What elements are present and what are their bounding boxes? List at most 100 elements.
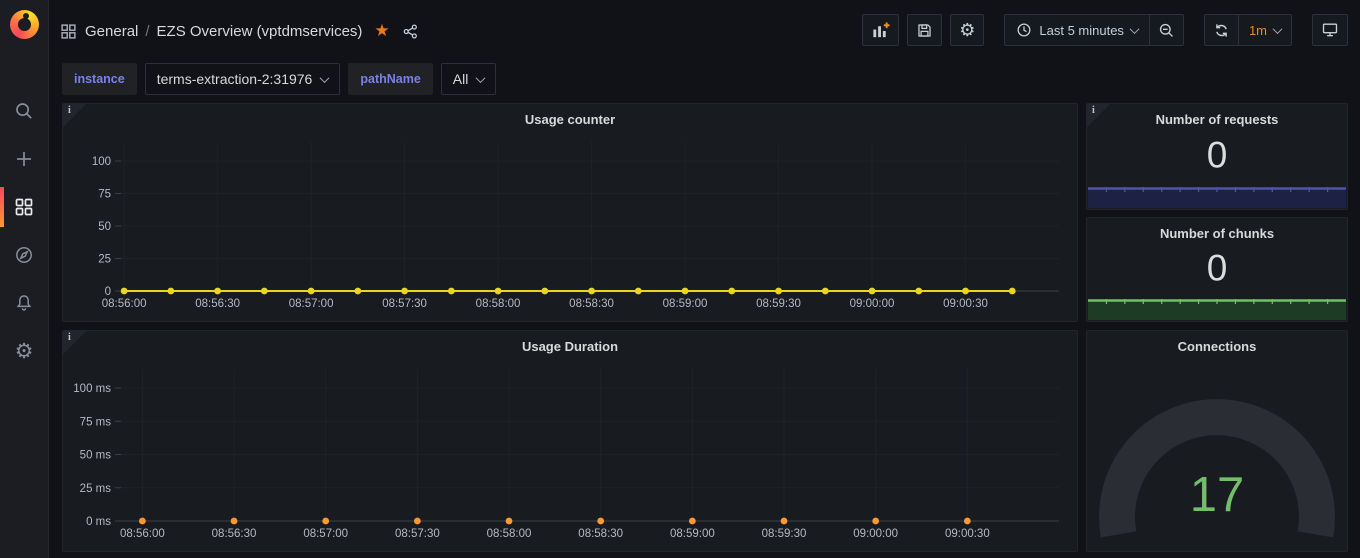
svg-text:75 ms: 75 ms [80, 416, 112, 428]
info-icon[interactable]: i [63, 104, 86, 127]
share-icon[interactable] [402, 23, 419, 40]
dashboard-settings-button[interactable]: ⚙ [950, 14, 984, 46]
sidebar-item-create[interactable] [0, 135, 48, 183]
svg-text:09:00:00: 09:00:00 [850, 298, 895, 310]
svg-text:0 ms: 0 ms [86, 516, 111, 528]
stat-value-requests: 0 [1087, 134, 1347, 176]
svg-text:08:59:30: 08:59:30 [756, 298, 801, 310]
breadcrumb-title[interactable]: EZS Overview (vptdmservices) [157, 23, 363, 40]
info-glyph: i [68, 105, 71, 116]
stat-value-chunks: 0 [1087, 247, 1347, 289]
info-icon[interactable]: i [1087, 104, 1110, 127]
refresh-group: 1m [1204, 14, 1292, 46]
svg-text:08:58:00: 08:58:00 [487, 528, 532, 540]
refresh-icon [1213, 22, 1230, 39]
svg-text:08:56:30: 08:56:30 [212, 528, 257, 540]
variable-label-pathname: pathName [348, 63, 432, 95]
usage-counter-chart[interactable]: 08:56:0008:56:3008:57:0008:57:3008:58:00… [67, 130, 1073, 317]
chevron-down-icon [320, 73, 330, 83]
svg-text:08:58:00: 08:58:00 [476, 298, 521, 310]
svg-text:09:00:00: 09:00:00 [853, 528, 898, 540]
svg-text:08:56:30: 08:56:30 [195, 298, 240, 310]
breadcrumb-separator: / [145, 23, 149, 40]
requests-sparkline [1088, 187, 1346, 208]
panel-title[interactable]: Number of chunks [1087, 218, 1347, 248]
svg-text:08:59:30: 08:59:30 [762, 528, 807, 540]
instance-select-value: terms-extraction-2:31976 [157, 71, 313, 87]
clock-icon [1016, 22, 1032, 38]
zoom-out-icon [1158, 22, 1175, 39]
svg-text:08:57:00: 08:57:00 [303, 528, 348, 540]
panel-title[interactable]: Number of requests [1087, 104, 1347, 134]
toolbar: ⚙ Last 5 minutes 1m [862, 14, 1348, 46]
svg-text:08:56:00: 08:56:00 [120, 528, 165, 540]
svg-text:08:58:30: 08:58:30 [578, 528, 623, 540]
add-panel-button[interactable] [862, 14, 899, 46]
pathname-select-value: All [453, 71, 469, 87]
svg-text:08:57:30: 08:57:30 [395, 528, 440, 540]
dashboards-grid-icon [14, 197, 34, 217]
time-range-picker[interactable]: Last 5 minutes [1004, 14, 1149, 46]
chevron-down-icon [476, 73, 486, 83]
panel-number-of-chunks: Number of chunks 0 [1086, 217, 1348, 322]
grafana-logo-icon [10, 10, 39, 39]
time-range-label: Last 5 minutes [1039, 23, 1124, 38]
sidebar-item-alerting[interactable] [0, 279, 48, 327]
sidebar-nav: ⚙ [0, 87, 48, 375]
filter-bar: instance terms-extraction-2:31976 pathNa… [62, 63, 496, 95]
refresh-interval-label: 1m [1249, 23, 1267, 38]
zoom-out-button[interactable] [1149, 14, 1184, 46]
dashboard-grid-icon [60, 23, 77, 40]
panel-number-of-requests: i Number of requests 0 [1086, 103, 1348, 210]
pathname-select[interactable]: All [441, 63, 497, 95]
instance-select[interactable]: terms-extraction-2:31976 [145, 63, 341, 95]
chevron-down-icon [1273, 24, 1283, 34]
svg-text:08:59:00: 08:59:00 [663, 298, 708, 310]
sidebar-item-explore[interactable] [0, 231, 48, 279]
favorite-star-icon[interactable]: ★ [374, 21, 389, 41]
svg-text:08:57:00: 08:57:00 [289, 298, 334, 310]
grafana-dashboard-page: { "breadcrumb": { "section": "General", … [0, 0, 1360, 558]
compass-icon [14, 245, 34, 265]
breadcrumb: General / EZS Overview (vptdmservices) ★ [60, 16, 419, 46]
svg-text:08:57:30: 08:57:30 [382, 298, 427, 310]
svg-text:0: 0 [105, 286, 111, 298]
add-panel-icon [871, 21, 890, 40]
svg-text:100 ms: 100 ms [73, 383, 111, 395]
chunks-sparkline [1088, 299, 1346, 320]
grafana-logo[interactable] [0, 0, 48, 48]
info-glyph: i [68, 332, 71, 343]
svg-text:08:59:00: 08:59:00 [670, 528, 715, 540]
sidebar: ⚙ [0, 0, 49, 558]
breadcrumb-section[interactable]: General [85, 23, 138, 40]
search-icon [14, 101, 34, 121]
svg-text:08:58:30: 08:58:30 [569, 298, 614, 310]
info-icon[interactable]: i [63, 331, 86, 354]
sidebar-item-configuration[interactable]: ⚙ [0, 327, 48, 375]
panel-connections: Connections 17 [1086, 330, 1348, 552]
cycle-view-mode-button[interactable] [1312, 14, 1348, 46]
svg-text:25 ms: 25 ms [80, 483, 112, 495]
connections-gauge: 17 [1095, 361, 1339, 543]
save-dashboard-button[interactable] [907, 14, 942, 46]
info-glyph: i [1092, 105, 1095, 116]
sidebar-item-search[interactable] [0, 87, 48, 135]
svg-text:75: 75 [98, 189, 111, 201]
plus-icon [14, 149, 34, 169]
monitor-icon [1321, 21, 1339, 39]
time-picker-group: Last 5 minutes [1004, 14, 1184, 46]
bell-icon [14, 293, 34, 313]
refresh-button[interactable] [1204, 14, 1238, 46]
chevron-down-icon [1129, 24, 1139, 34]
svg-text:09:00:30: 09:00:30 [945, 528, 990, 540]
sidebar-item-dashboards[interactable] [0, 183, 48, 231]
panel-title[interactable]: Connections [1087, 331, 1347, 361]
gear-icon: ⚙ [959, 20, 975, 41]
save-icon [916, 22, 933, 39]
variable-label-instance: instance [62, 63, 137, 95]
panel-usage-counter: i Usage counter 08:56:0008:56:3008:57:00… [62, 103, 1078, 322]
svg-text:25: 25 [98, 254, 111, 266]
usage-duration-chart[interactable]: 08:56:00 08:56:30 08:57:00 08:57:30 08:58:00… [67, 357, 1073, 547]
gear-icon: ⚙ [15, 341, 34, 362]
refresh-interval-select[interactable]: 1m [1238, 14, 1292, 46]
